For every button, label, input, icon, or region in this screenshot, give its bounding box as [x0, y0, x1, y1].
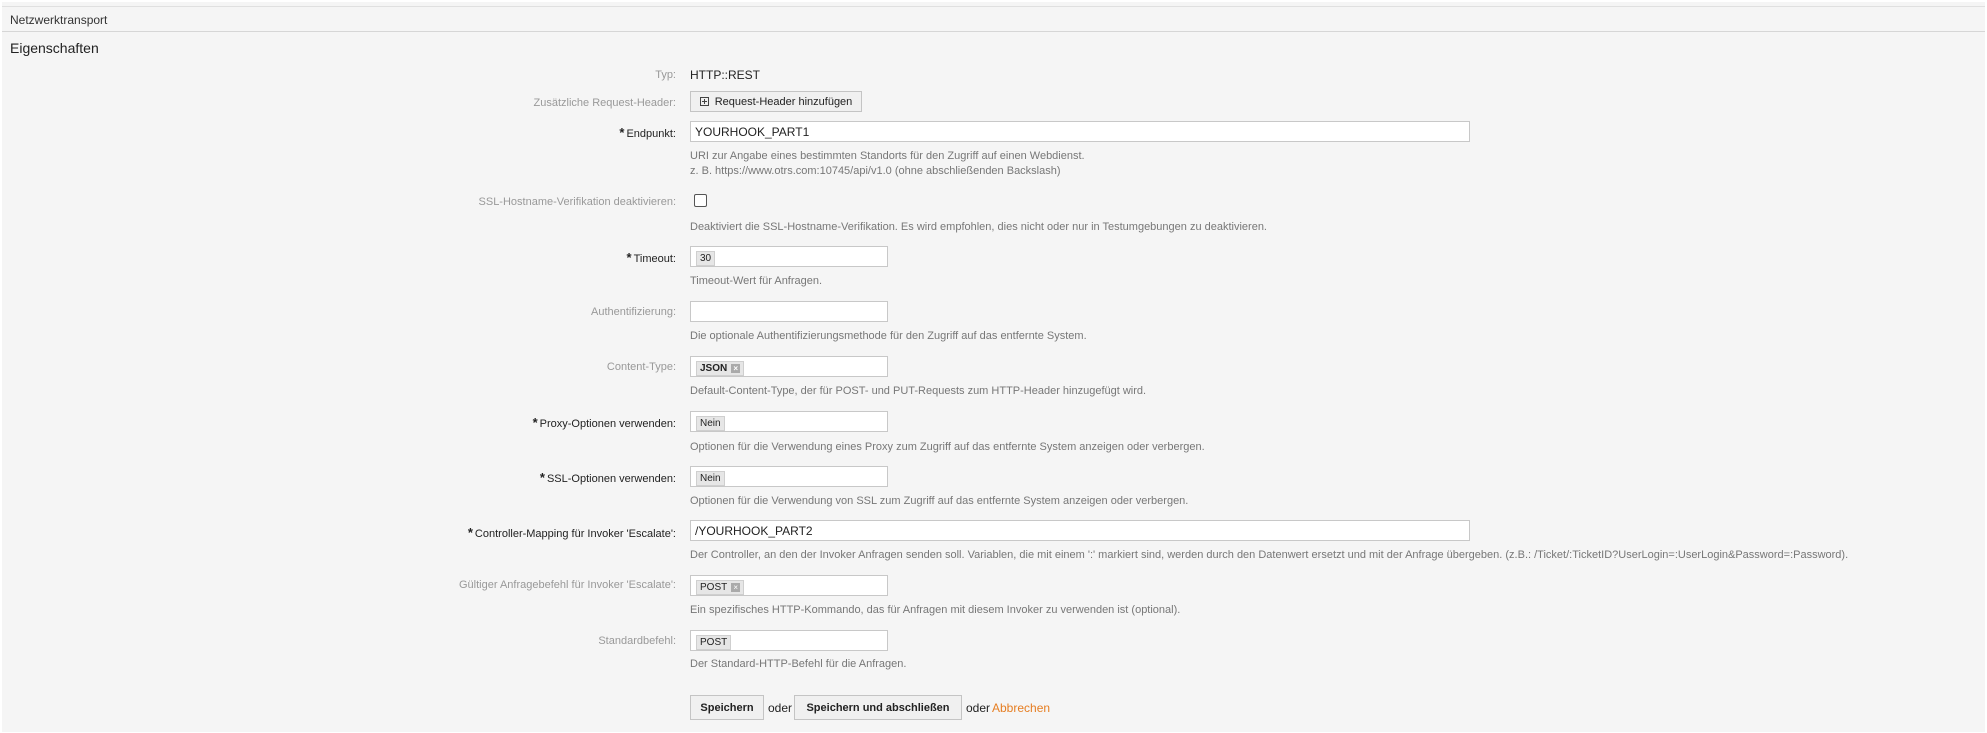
network-transport-panel: Netzwerktransport Eigenschaften Typ: HTT… — [2, 2, 1985, 732]
ssl-options-hint: Optionen für die Verwendung von SSL zum … — [690, 495, 1189, 507]
controller-label-text: Controller-Mapping für Invoker 'Escalate… — [474, 528, 676, 540]
command-tag-text: POST — [700, 582, 728, 593]
auth-select[interactable] — [690, 301, 888, 322]
command-tag: POST × — [696, 580, 745, 595]
required-star-icon: * — [467, 525, 473, 540]
add-request-header-label: Request-Header hinzufügen — [714, 95, 853, 108]
endpoint-example: z. B. https://www.otrs.com:10745/api/v1.… — [690, 165, 1061, 177]
required-star-icon: * — [619, 125, 625, 140]
command-label: Gültiger Anfragebefehl für Invoker 'Esca… — [459, 579, 676, 591]
content-type-label: Content-Type: — [606, 361, 676, 373]
remove-x-icon[interactable]: × — [731, 583, 741, 592]
controller-hint: Der Controller, an den der Invoker Anfra… — [690, 549, 1849, 561]
timeout-hint: Timeout-Wert für Anfragen. — [690, 275, 823, 287]
command-hint: Ein spezifisches HTTP-Kommando, das für … — [690, 604, 1181, 616]
controller-label: * Controller-Mapping für Invoker 'Escalat… — [468, 525, 676, 540]
timeout-value-text: 30 — [700, 253, 712, 264]
plus-square-icon — [699, 97, 709, 106]
required-star-icon: * — [532, 415, 538, 430]
timeout-input[interactable]: 30 — [690, 246, 888, 267]
cancel-link[interactable]: Abbrechen — [992, 701, 1050, 715]
remove-x-icon[interactable]: × — [731, 364, 741, 373]
endpoint-label-text: Endpunkt: — [626, 128, 676, 140]
proxy-hint: Optionen für die Verwendung eines Proxy … — [690, 441, 1205, 453]
proxy-select[interactable]: Nein — [690, 411, 888, 432]
ssl-options-select[interactable]: Nein — [690, 466, 888, 487]
controller-input-value: /YOURHOOK_PART2 — [695, 524, 813, 538]
content-type-hint: Default-Content-Type, der für POST- und … — [690, 385, 1147, 397]
ssl-options-value-text: Nein — [700, 473, 721, 484]
proxy-value-text: Nein — [700, 418, 721, 429]
timeout-label-text: Timeout: — [633, 253, 676, 265]
content-type-tag: JSON × — [696, 361, 745, 376]
section-title: Eigenschaften — [10, 40, 99, 56]
or-separator: oder — [966, 701, 991, 715]
required-star-icon: * — [626, 250, 632, 265]
ssl-options-label: * SSL-Optionen verwenden: — [540, 470, 676, 485]
timeout-label: * Timeout: — [627, 250, 676, 265]
save-button[interactable]: Speichern — [690, 695, 764, 720]
standard-command-value-text: POST — [700, 637, 728, 648]
type-value: HTTP::REST — [690, 68, 761, 82]
standard-command-label: Standardbefehl: — [598, 635, 676, 647]
content-type-tag-text: JSON — [700, 363, 728, 374]
proxy-label: * Proxy-Optionen verwenden: — [533, 415, 676, 430]
timeout-value: 30 — [696, 251, 716, 266]
endpoint-label: * Endpunkt: — [619, 125, 676, 140]
ssl-hostname-hint: Deaktiviert die SSL-Hostname-Verifikatio… — [690, 221, 1267, 233]
command-select[interactable]: POST × — [690, 575, 888, 596]
standard-command-hint: Der Standard-HTTP-Befehl für die Anfrage… — [690, 658, 907, 670]
ssl-options-value: Nein — [696, 471, 725, 486]
endpoint-input[interactable]: YOURHOOK_PART1 — [690, 121, 1470, 142]
panel-header: Netzwerktransport — [2, 6, 1985, 32]
type-label: Typ: — [655, 69, 676, 81]
controller-input[interactable]: /YOURHOOK_PART2 — [690, 520, 1470, 541]
ssl-hostname-checkbox[interactable] — [694, 194, 707, 207]
ssl-options-label-text: SSL-Optionen verwenden: — [546, 473, 676, 485]
add-request-header-button[interactable]: Request-Header hinzufügen — [690, 91, 862, 112]
or-separator: oder — [768, 701, 793, 715]
standard-command-value: POST — [696, 635, 732, 650]
auth-label: Authentifizierung: — [591, 306, 676, 318]
proxy-label-text: Proxy-Optionen verwenden: — [539, 418, 676, 430]
save-and-finish-button[interactable]: Speichern und abschließen — [794, 695, 962, 720]
request-header-label: Zusätzliche Request-Header: — [533, 97, 676, 109]
auth-hint: Die optionale Authentifizierungsmethode … — [690, 330, 1087, 342]
required-star-icon: * — [539, 470, 545, 485]
proxy-value: Nein — [696, 416, 725, 431]
standard-command-select[interactable]: POST — [690, 630, 888, 651]
ssl-hostname-label: SSL-Hostname-Verifikation deaktivieren: — [478, 196, 676, 208]
endpoint-hint: URI zur Angabe eines bestimmten Standort… — [690, 150, 1085, 162]
panel-title: Netzwerktransport — [10, 13, 108, 27]
endpoint-input-value: YOURHOOK_PART1 — [695, 125, 810, 139]
content-type-select[interactable]: JSON × — [690, 356, 888, 377]
